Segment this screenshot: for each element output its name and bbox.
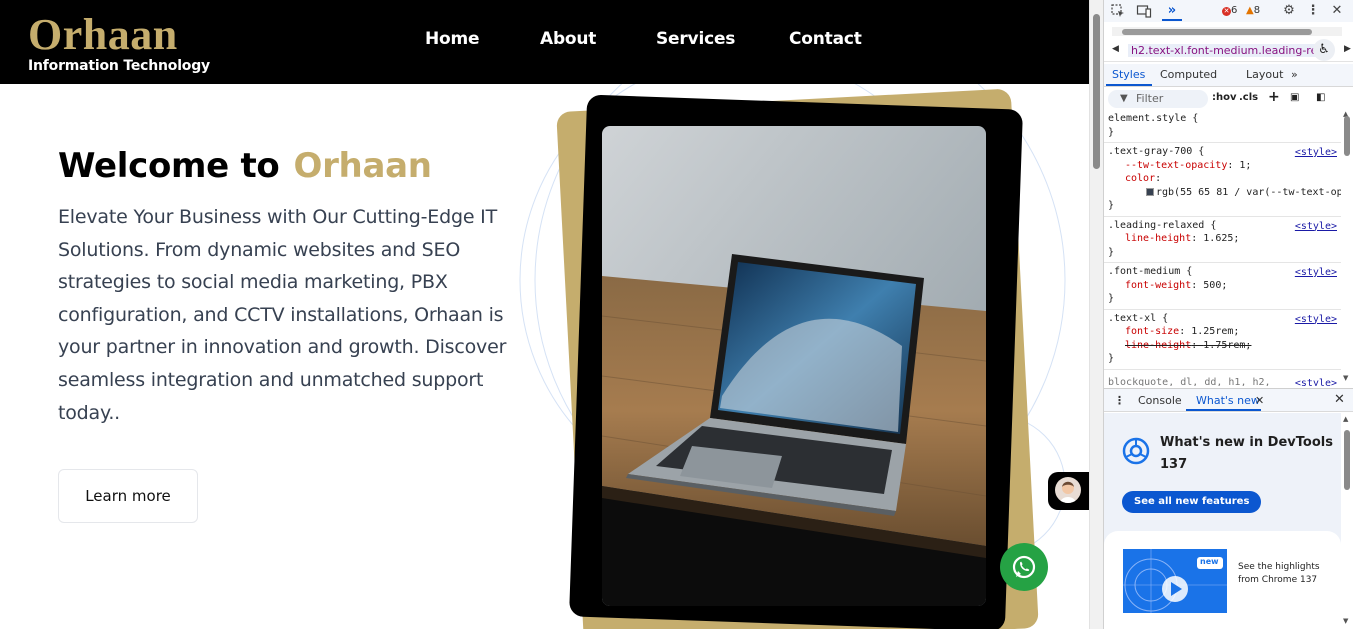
more-options-icon[interactable]: ⋮ <box>1305 3 1321 19</box>
styles-scrollbar[interactable]: ▲ ▼ <box>1341 110 1353 386</box>
nav-link-contact[interactable]: Contact <box>789 29 862 49</box>
warning-count-badge[interactable]: ▲8 <box>1246 3 1260 19</box>
tab-computed[interactable]: Computed <box>1160 68 1217 81</box>
highlight-video-thumbnail[interactable]: new <box>1123 549 1227 613</box>
scroll-up-icon[interactable]: ▲ <box>1343 415 1348 423</box>
new-rule-icon[interactable]: + <box>1268 89 1280 105</box>
rule-source-link[interactable]: <style> <box>1295 313 1337 327</box>
hero-description: Elevate Your Business with Our Cutting-E… <box>58 206 507 424</box>
elements-horizontal-scrollbar[interactable] <box>1112 27 1342 36</box>
laptop-photo <box>602 126 986 606</box>
more-panels-icon[interactable]: » <box>1164 3 1180 19</box>
css-property-value[interactable]: rgb(55 65 81 / var(--tw-text-opacity)) <box>1108 186 1341 200</box>
css-property[interactable]: font-weight: 500; <box>1108 279 1337 293</box>
chat-widget-tab[interactable] <box>1048 472 1089 510</box>
css-rule: .font-medium { <style> font-weight: 500;… <box>1104 263 1341 310</box>
highlight-description: See the highlights from Chrome 137 <box>1238 562 1320 585</box>
hero-title-prefix: Welcome to <box>58 146 280 186</box>
whats-new-scrollbar[interactable]: ▲ ▼ <box>1341 413 1353 629</box>
horizontal-scrollbar-thumb[interactable] <box>1122 29 1312 35</box>
rule-selector[interactable]: element.style { <box>1108 112 1337 126</box>
website-viewport: Orhaan Information Technology Home About… <box>0 0 1089 629</box>
css-property[interactable]: font-size: 1.25rem; <box>1108 325 1337 339</box>
whatsapp-chat-button[interactable] <box>1000 543 1048 591</box>
class-toggle[interactable]: .cls <box>1239 92 1258 103</box>
active-tab-underline <box>1106 84 1152 86</box>
see-all-features-button[interactable]: See all new features <box>1122 491 1262 513</box>
paint-brush-icon[interactable]: ▣ <box>1290 92 1299 103</box>
breadcrumb-selected-element[interactable]: h2.text-xl.font-medium.leading-relaxed <box>1128 44 1316 57</box>
styles-filter-input[interactable]: ▼ Filter <box>1108 90 1208 108</box>
page-scrollbar[interactable] <box>1089 0 1103 629</box>
filter-icon: ▼ <box>1120 93 1128 104</box>
styles-scrollbar-thumb[interactable] <box>1344 116 1350 156</box>
devtools-panel: » ✕ 6 ▲8 ⚙ ⋮ ✕ ◀ h2.text-xl.font-medium.l… <box>1103 0 1353 629</box>
active-panel-indicator <box>1162 19 1182 21</box>
scroll-down-icon[interactable]: ▼ <box>1343 617 1348 625</box>
css-property-overridden[interactable]: line-height: 1.75rem; <box>1108 339 1337 353</box>
error-icon: ✕ <box>1222 7 1231 16</box>
nav-link-about[interactable]: About <box>540 29 596 49</box>
styles-tab-bar: Styles Computed Layout » <box>1104 64 1353 87</box>
hero-title-brand: Orhaan <box>293 146 432 186</box>
whats-new-title: What's new in DevTools 137 <box>1160 435 1333 472</box>
warning-icon: ▲ <box>1246 5 1254 16</box>
navbar: Orhaan Information Technology Home About… <box>0 0 1089 84</box>
drawer-tab-whats-new[interactable]: What's new <box>1196 394 1260 407</box>
close-devtools-icon[interactable]: ✕ <box>1329 3 1345 19</box>
whats-new-pane: What's new in DevTools 137 See all new f… <box>1104 413 1341 629</box>
inspect-element-icon[interactable] <box>1110 3 1126 19</box>
chrome-devtools-logo-icon <box>1122 437 1150 465</box>
css-property[interactable]: line-height: 1.625; <box>1108 232 1337 246</box>
accessibility-icon[interactable]: ♿ <box>1313 39 1335 61</box>
hero-title: Welcome to Orhaan <box>58 146 432 186</box>
devtools-toolbar: » ✕ 6 ▲8 ⚙ ⋮ ✕ <box>1104 0 1353 22</box>
whatsapp-icon <box>1012 555 1036 579</box>
tab-styles[interactable]: Styles <box>1112 68 1145 81</box>
logo-tagline: Information Technology <box>28 58 210 74</box>
whats-new-scrollbar-thumb[interactable] <box>1344 430 1350 490</box>
close-drawer-icon[interactable]: ✕ <box>1334 392 1345 407</box>
color-swatch-icon[interactable] <box>1146 187 1154 196</box>
settings-gear-icon[interactable]: ⚙ <box>1281 3 1297 19</box>
drawer-tab-console[interactable]: Console <box>1138 394 1182 407</box>
nav-link-home[interactable]: Home <box>425 29 480 49</box>
rule-source-link[interactable]: <style> <box>1295 146 1337 160</box>
logo-wordmark[interactable]: Orhaan <box>28 10 178 60</box>
new-badge: new <box>1200 557 1219 566</box>
rule-source-link[interactable]: <style> <box>1295 220 1337 234</box>
drawer-menu-icon[interactable]: ⋮ <box>1114 394 1125 407</box>
css-property[interactable]: color: <box>1108 172 1337 186</box>
hover-state-toggle[interactable]: :hov <box>1212 92 1237 103</box>
css-rule: .text-gray-700 { <style> --tw-text-opaci… <box>1104 143 1341 217</box>
error-count-badge[interactable]: ✕ 6 <box>1222 3 1237 19</box>
breadcrumb-right-arrow-icon[interactable]: ▶ <box>1344 44 1351 54</box>
css-rule: .leading-relaxed { <style> line-height: … <box>1104 217 1341 263</box>
close-tab-icon[interactable]: ✕ <box>1255 394 1264 407</box>
tab-layout[interactable]: Layout <box>1246 68 1283 81</box>
highlight-card[interactable]: new See the highlights from Chrome 137 <box>1104 531 1341 629</box>
breadcrumb-left-arrow-icon[interactable]: ◀ <box>1112 44 1119 54</box>
page-scrollbar-thumb[interactable] <box>1093 14 1100 169</box>
filter-row: ▼ Filter :hov .cls + ▣ ◧ <box>1104 88 1353 110</box>
css-property[interactable]: --tw-text-opacity: 1; <box>1108 159 1337 173</box>
css-rule: blockquote, dl, dd, h1, h2, <style> <box>1104 370 1341 387</box>
more-tabs-icon[interactable]: » <box>1291 68 1298 81</box>
device-toolbar-icon[interactable] <box>1136 3 1152 19</box>
toggle-sidebar-icon[interactable]: ◧ <box>1316 92 1325 103</box>
rule-source-link[interactable]: <style> <box>1295 266 1337 280</box>
learn-more-button[interactable]: Learn more <box>58 469 198 523</box>
scroll-down-icon[interactable]: ▼ <box>1343 374 1348 382</box>
chat-avatar <box>1055 477 1081 503</box>
drawer-active-underline <box>1186 409 1261 411</box>
nav-link-services[interactable]: Services <box>656 29 735 49</box>
css-rule: .text-xl { <style> font-size: 1.25rem; l… <box>1104 310 1341 370</box>
drawer-tab-bar: ⋮ Console What's new ✕ ✕ <box>1104 388 1353 412</box>
rule-source-link[interactable]: <style> <box>1295 377 1337 387</box>
styles-rules-pane: element.style { } .text-gray-700 { <styl… <box>1104 110 1341 386</box>
css-rule: element.style { } <box>1104 110 1341 143</box>
